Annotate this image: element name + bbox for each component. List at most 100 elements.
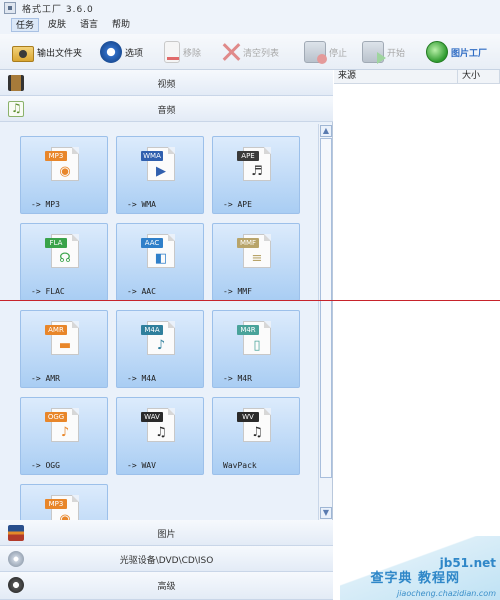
- red-guide-line: [0, 300, 500, 301]
- remove-button[interactable]: 移除: [164, 38, 201, 66]
- watermark-text: 查字典 教程网: [370, 571, 460, 586]
- format-tile-label: -> M4A: [127, 374, 156, 383]
- format-tile[interactable]: MP3 ◉: [20, 484, 108, 520]
- watermark: jb51.net 查字典 教程网 jiaocheng.chazidian.com: [340, 536, 500, 600]
- format-tile[interactable]: MP3 ◉ -> MP3: [20, 136, 108, 214]
- play-disc-icon: ▶: [156, 164, 166, 179]
- category-advanced-label: 高级: [157, 582, 176, 592]
- category-video-label: 视频: [157, 80, 176, 90]
- format-badge: M4R: [237, 325, 259, 335]
- menu-language[interactable]: 语言: [76, 18, 102, 32]
- format-badge: APE: [237, 151, 259, 161]
- format-tile-label: -> WMA: [127, 200, 156, 209]
- format-tile-label: -> AMR: [31, 374, 60, 383]
- clear-list-button[interactable]: 清空列表: [222, 38, 279, 66]
- category-audio[interactable]: 音频: [0, 96, 333, 122]
- format-tile[interactable]: AMR ▬ -> AMR: [20, 310, 108, 388]
- format-tile-label: WavPack: [223, 461, 257, 470]
- format-tile-label: -> M4R: [223, 374, 252, 383]
- title-bar: 格式工厂 3.6.0: [0, 0, 500, 16]
- scroll-up-icon[interactable]: ▲: [320, 125, 332, 137]
- globe-icon: [426, 41, 448, 63]
- category-advanced[interactable]: 高级: [0, 572, 333, 600]
- toolbar: 输出文件夹 选项 移除 清空列表 停止 开始 图片工厂: [0, 34, 500, 70]
- scroll-down-icon[interactable]: ▼: [320, 507, 332, 519]
- category-image[interactable]: 图片: [0, 520, 333, 546]
- scrollbar[interactable]: ▲ ▼: [318, 124, 332, 520]
- notes-icon: ♫: [155, 425, 167, 440]
- category-disc[interactable]: 光驱设备\DVD\CD\ISO: [0, 546, 333, 572]
- category-panel: 视频 音频 MP3 ◉ -> MP3 WMA ▶ -> WMA APE ♬ -> APE FLA ☊…: [0, 70, 333, 600]
- category-audio-label: 音频: [157, 106, 176, 116]
- menu-help[interactable]: 帮助: [108, 18, 134, 32]
- format-tile[interactable]: FLA ☊ -> FLAC: [20, 223, 108, 301]
- category-video[interactable]: 视频: [0, 70, 333, 96]
- brand-label: 图片工厂: [451, 48, 488, 59]
- options-gear-icon: [100, 41, 122, 63]
- format-badge: MP3: [45, 151, 67, 161]
- format-badge: FLA: [45, 238, 67, 248]
- format-tile[interactable]: AAC ◧ -> AAC: [116, 223, 204, 301]
- stop-label: 停止: [329, 48, 348, 59]
- format-tile-label: -> FLAC: [31, 287, 65, 296]
- clear-list-label: 清空列表: [243, 48, 280, 59]
- format-badge: AAC: [141, 238, 163, 248]
- format-badge: M4A: [141, 325, 163, 335]
- menu-task[interactable]: 任务: [11, 18, 40, 32]
- format-badge: MP3: [45, 499, 67, 509]
- stop-button[interactable]: 停止: [304, 38, 347, 66]
- menu-skin[interactable]: 皮肤: [44, 18, 70, 32]
- format-tile-label: -> APE: [223, 200, 252, 209]
- green-note-icon: ♫: [251, 425, 263, 440]
- stop-icon: [304, 41, 327, 64]
- headset-icon: ☊: [59, 251, 71, 266]
- format-badge: AMR: [45, 325, 67, 335]
- output-folder-button[interactable]: 输出文件夹: [12, 38, 82, 66]
- format-tile-label: -> OGG: [31, 461, 60, 470]
- window-title: 格式工厂 3.6.0: [22, 5, 94, 15]
- format-badge: MMF: [237, 238, 259, 248]
- music-note-icon: ♪: [60, 425, 70, 440]
- format-tile[interactable]: MMF ≡ -> MMF: [212, 223, 300, 301]
- format-tile-label: -> MP3: [31, 200, 60, 209]
- device-icon: ▬: [58, 338, 72, 353]
- task-list-panel[interactable]: 来源 大小: [334, 70, 500, 600]
- format-tile[interactable]: M4R ▯ -> M4R: [212, 310, 300, 388]
- format-tile[interactable]: APE ♬ -> APE: [212, 136, 300, 214]
- remove-label: 移除: [183, 48, 202, 59]
- format-tile[interactable]: WMA ▶ -> WMA: [116, 136, 204, 214]
- format-tile-label: -> MMF: [223, 287, 252, 296]
- category-image-label: 图片: [157, 530, 176, 540]
- speaker-icon: ◉: [59, 164, 71, 179]
- output-folder-label: 输出文件夹: [37, 48, 83, 59]
- menu-bar: 任务 皮肤 语言 帮助: [0, 16, 500, 34]
- watermark-url: jiaocheng.chazidian.com: [396, 589, 496, 598]
- column-size[interactable]: 大小: [458, 70, 500, 84]
- start-play-icon: [362, 41, 386, 64]
- format-tile[interactable]: WV ♫ WavPack: [212, 397, 300, 475]
- start-label: 开始: [387, 48, 406, 59]
- options-label: 选项: [125, 48, 144, 59]
- format-tile-label: -> AAC: [127, 287, 156, 296]
- format-tile[interactable]: M4A ♪ -> M4A: [116, 310, 204, 388]
- document-icon: ≡: [251, 251, 263, 266]
- options-button[interactable]: 选项: [100, 38, 143, 66]
- phone-icon: ▯: [253, 338, 261, 353]
- disc-note-icon: ♪: [156, 338, 166, 353]
- category-disc-label: 光驱设备\DVD\CD\ISO: [119, 556, 214, 566]
- format-badge: WV: [237, 412, 259, 422]
- clear-x-icon: [222, 41, 240, 63]
- format-tile[interactable]: OGG ♪ -> OGG: [20, 397, 108, 475]
- app-icon: [4, 2, 16, 14]
- audio-format-grid: MP3 ◉ -> MP3 WMA ▶ -> WMA APE ♬ -> APE FLA ☊ -> FLA…: [0, 122, 318, 520]
- column-source[interactable]: 来源: [334, 70, 458, 84]
- folder-camera-icon: [12, 45, 34, 62]
- brand-button[interactable]: 图片工厂: [426, 38, 487, 66]
- speaker-box-icon: ◧: [154, 251, 168, 266]
- headphones-icon: ♬: [251, 164, 263, 179]
- scroll-thumb[interactable]: [320, 138, 332, 478]
- start-button[interactable]: 开始: [362, 38, 405, 66]
- remove-document-icon: [164, 41, 180, 63]
- format-tile[interactable]: WAV ♫ -> WAV: [116, 397, 204, 475]
- format-tile-label: -> WAV: [127, 461, 156, 470]
